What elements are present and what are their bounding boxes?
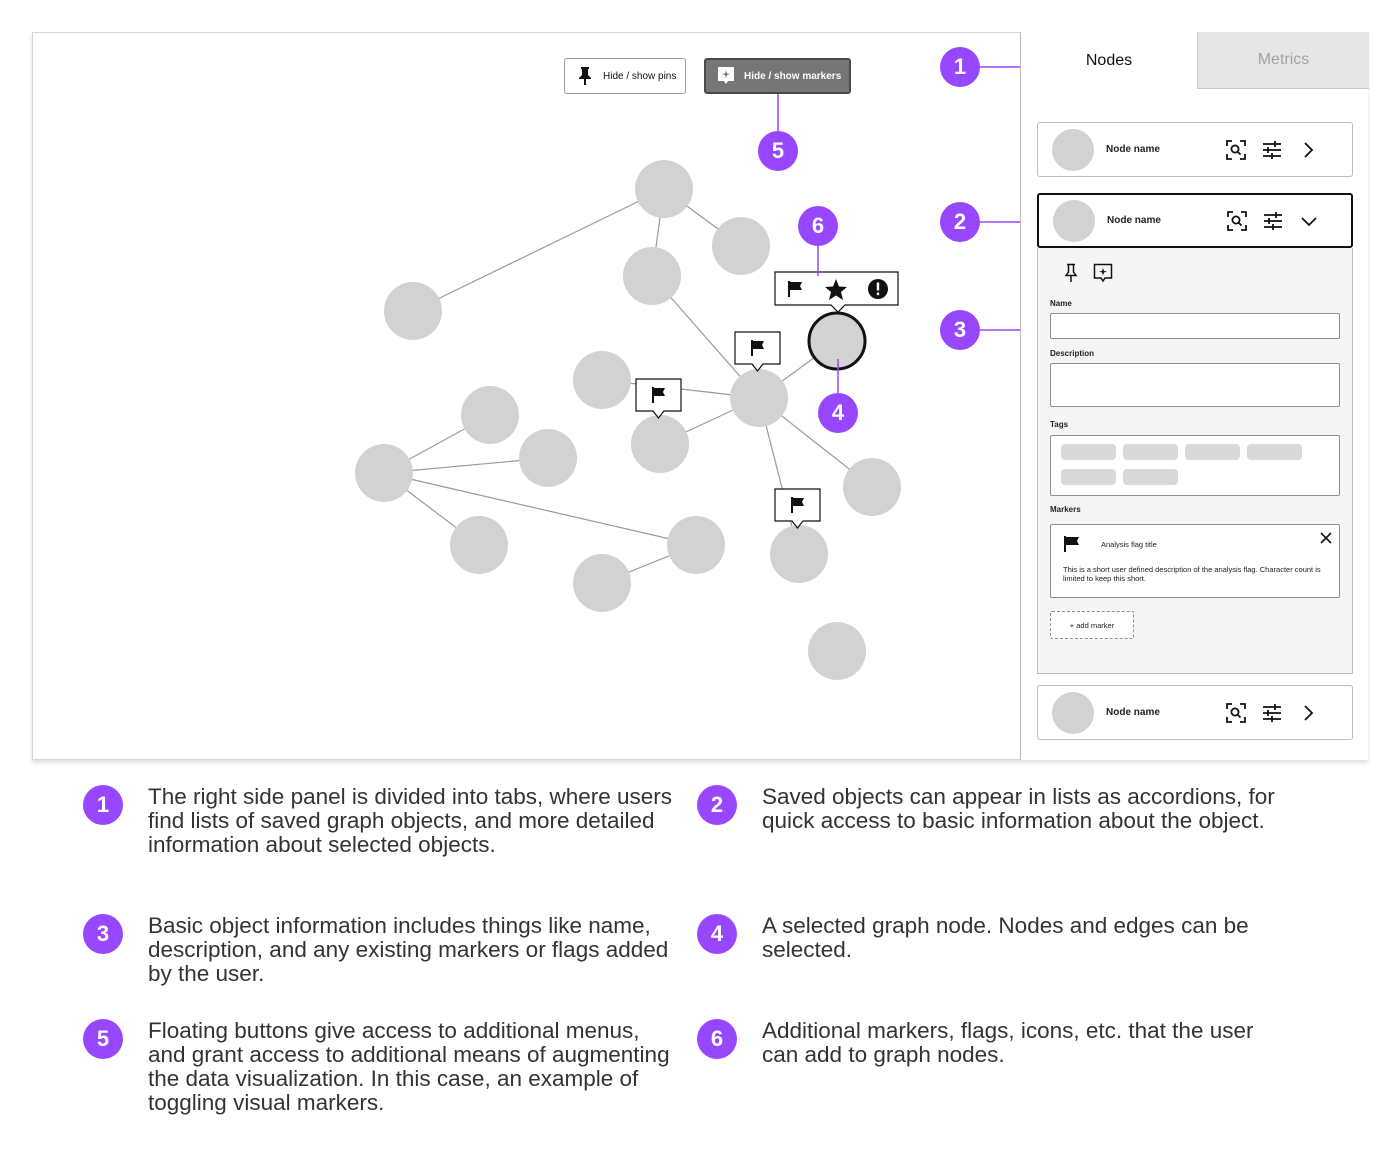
- alert-icon[interactable]: [868, 279, 888, 299]
- marker-title: Analysis flag title: [1101, 540, 1157, 549]
- legend-badge: 6: [697, 1019, 737, 1059]
- marker-description: This is a short user defined description…: [1063, 565, 1321, 583]
- tab-nodes-label: Nodes: [1085, 51, 1133, 69]
- description-input[interactable]: [1050, 363, 1340, 407]
- node-card-title: Node name: [1106, 144, 1160, 155]
- pin-icon[interactable]: [1060, 262, 1082, 284]
- legend-badge: 2: [697, 785, 737, 825]
- marker-card[interactable]: Analysis flag title This is a short user…: [1050, 524, 1340, 598]
- tag-chip[interactable]: [1123, 469, 1178, 485]
- tag-chip[interactable]: [1061, 444, 1116, 460]
- name-label: Name: [1050, 299, 1072, 308]
- settings-sliders-icon[interactable]: [1260, 701, 1284, 725]
- legend-badge: 1: [83, 785, 123, 825]
- graph-node[interactable]: [623, 247, 681, 305]
- avatar: [1052, 128, 1094, 171]
- legend-badge: 4: [697, 914, 737, 954]
- graph-node[interactable]: [519, 429, 577, 487]
- node-card[interactable]: Node name: [1037, 122, 1353, 177]
- legend-text: Saved objects can appear in lists as acc…: [762, 784, 1275, 833]
- focus-node-icon[interactable]: [1224, 701, 1248, 725]
- tag-chip[interactable]: [1247, 444, 1302, 460]
- toggle-markers-button[interactable]: Hide / show markers: [704, 58, 851, 94]
- add-marker-icon[interactable]: [1092, 262, 1114, 284]
- annotation-badge-4: 4: [818, 393, 858, 433]
- graph-node[interactable]: [573, 554, 631, 612]
- annotation-badge-2: 2: [940, 202, 980, 242]
- graph-node[interactable]: [843, 458, 901, 516]
- node-details-panel: Name Description Tags Markers Analysis f…: [1037, 248, 1353, 674]
- tag-chip[interactable]: [1185, 444, 1240, 460]
- graph-node[interactable]: [384, 282, 442, 340]
- tab-metrics[interactable]: Metrics: [1197, 32, 1369, 89]
- graph-node[interactable]: [450, 516, 508, 574]
- flag-marker[interactable]: [635, 378, 682, 419]
- toggle-pins-button[interactable]: Hide / show pins: [564, 58, 686, 94]
- chevron-right-icon[interactable]: [1296, 138, 1320, 162]
- avatar: [1052, 691, 1094, 734]
- tags-label: Tags: [1050, 420, 1069, 429]
- flag-marker[interactable]: [734, 331, 781, 372]
- graph-node[interactable]: [667, 516, 725, 574]
- settings-sliders-icon[interactable]: [1261, 209, 1285, 233]
- graph-node[interactable]: [635, 160, 693, 218]
- legend-text: A selected graph node. Nodes and edges c…: [762, 913, 1249, 962]
- description-label: Description: [1050, 349, 1095, 358]
- annotation-badge-6: 6: [798, 206, 838, 246]
- graph-node[interactable]: [730, 369, 788, 427]
- graph-node[interactable]: [808, 622, 866, 680]
- node-card-title: Node name: [1106, 707, 1160, 718]
- graph-node[interactable]: [573, 351, 631, 409]
- annotation-badge-3: 3: [940, 310, 980, 350]
- chevron-right-icon[interactable]: [1296, 701, 1320, 725]
- side-panel: Nodes Metrics Node name Node name Name D…: [1020, 32, 1369, 760]
- avatar: [1053, 199, 1095, 242]
- flag-marker[interactable]: [774, 488, 821, 529]
- legend-text: Additional markers, flags, icons, etc. t…: [762, 1018, 1254, 1067]
- add-marker-icon: [716, 66, 736, 86]
- legend-text: Basic object information includes things…: [148, 913, 669, 986]
- tags-field[interactable]: [1050, 435, 1340, 496]
- legend-text: The right side panel is divided into tab…: [148, 784, 673, 857]
- graph-node[interactable]: [355, 444, 413, 502]
- settings-sliders-icon[interactable]: [1260, 138, 1284, 162]
- legend-badge: 5: [83, 1019, 123, 1059]
- add-marker-button[interactable]: + add marker: [1050, 611, 1134, 639]
- node-card-expanded[interactable]: Node name: [1037, 193, 1353, 248]
- selected-graph-node[interactable]: [807, 311, 867, 371]
- tag-chip[interactable]: [1123, 444, 1178, 460]
- graph-node[interactable]: [770, 525, 828, 583]
- tab-nodes[interactable]: Nodes: [1021, 32, 1197, 89]
- pin-icon: [575, 66, 595, 86]
- legend-text: Floating buttons give access to addition…: [148, 1018, 670, 1115]
- node-card-title: Node name: [1107, 215, 1161, 226]
- tag-chip[interactable]: [1061, 469, 1116, 485]
- name-input[interactable]: [1050, 313, 1340, 339]
- legend-badge: 3: [83, 914, 123, 954]
- toggle-pins-label: Hide / show pins: [603, 70, 677, 82]
- graph-node[interactable]: [712, 217, 770, 275]
- graph-node[interactable]: [631, 415, 689, 473]
- annotation-badge-1: 1: [940, 47, 980, 87]
- focus-node-icon[interactable]: [1225, 209, 1249, 233]
- focus-node-icon[interactable]: [1224, 138, 1248, 162]
- marker-palette[interactable]: [774, 271, 899, 313]
- flag-icon: [1063, 535, 1081, 558]
- graph-edge[interactable]: [412, 188, 665, 312]
- markers-label: Markers: [1050, 505, 1081, 514]
- graph-node[interactable]: [461, 386, 519, 444]
- close-icon[interactable]: [1319, 531, 1333, 545]
- chevron-down-icon[interactable]: [1297, 209, 1321, 233]
- toggle-markers-label: Hide / show markers: [744, 70, 842, 82]
- annotation-badge-5: 5: [758, 131, 798, 171]
- node-card[interactable]: Node name: [1037, 685, 1353, 740]
- tab-metrics-label: Metrics: [1257, 51, 1310, 68]
